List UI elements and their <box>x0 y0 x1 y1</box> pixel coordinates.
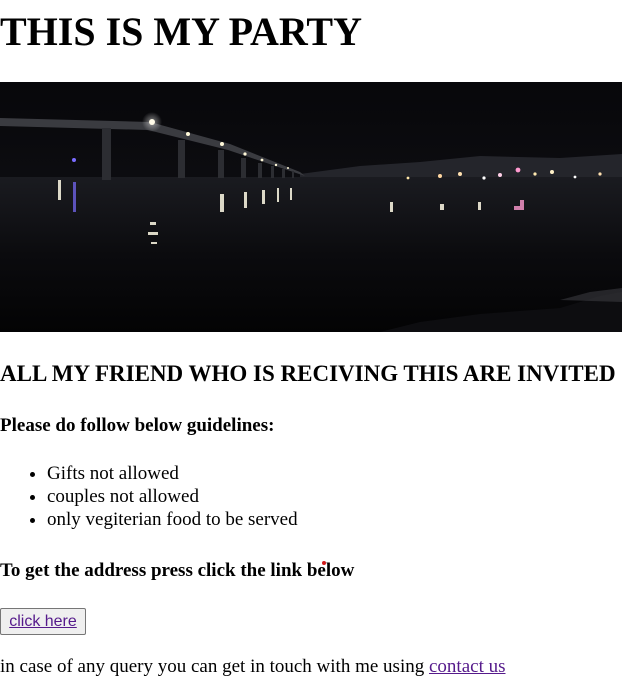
contact-us-link[interactable]: contact us <box>429 656 506 677</box>
contact-text: in case of any query you can get in touc… <box>0 656 429 677</box>
contact-paragraph: in case of any query you can get in touc… <box>0 655 506 679</box>
address-heading: To get the address press click the link … <box>0 560 355 581</box>
hero-image <box>0 82 622 332</box>
click-here-link[interactable]: click here <box>9 613 77 631</box>
party-page: THIS IS MY PARTY ALL MY FRIEND WHO IS RE… <box>0 0 625 682</box>
guideline-item: Gifts not allowed <box>47 462 298 485</box>
guideline-item: only vegiterian food to be served <box>47 508 298 531</box>
page-title: THIS IS MY PARTY <box>0 9 362 54</box>
cursor-dot <box>322 561 326 565</box>
click-here-button[interactable]: click here <box>0 608 86 635</box>
guidelines-list: Gifts not allowed couples not allowed on… <box>0 462 298 531</box>
invite-heading: ALL MY FRIEND WHO IS RECIVING THIS ARE I… <box>0 361 616 386</box>
guideline-item: couples not allowed <box>47 485 298 508</box>
guidelines-heading: Please do follow below guidelines: <box>0 415 275 436</box>
